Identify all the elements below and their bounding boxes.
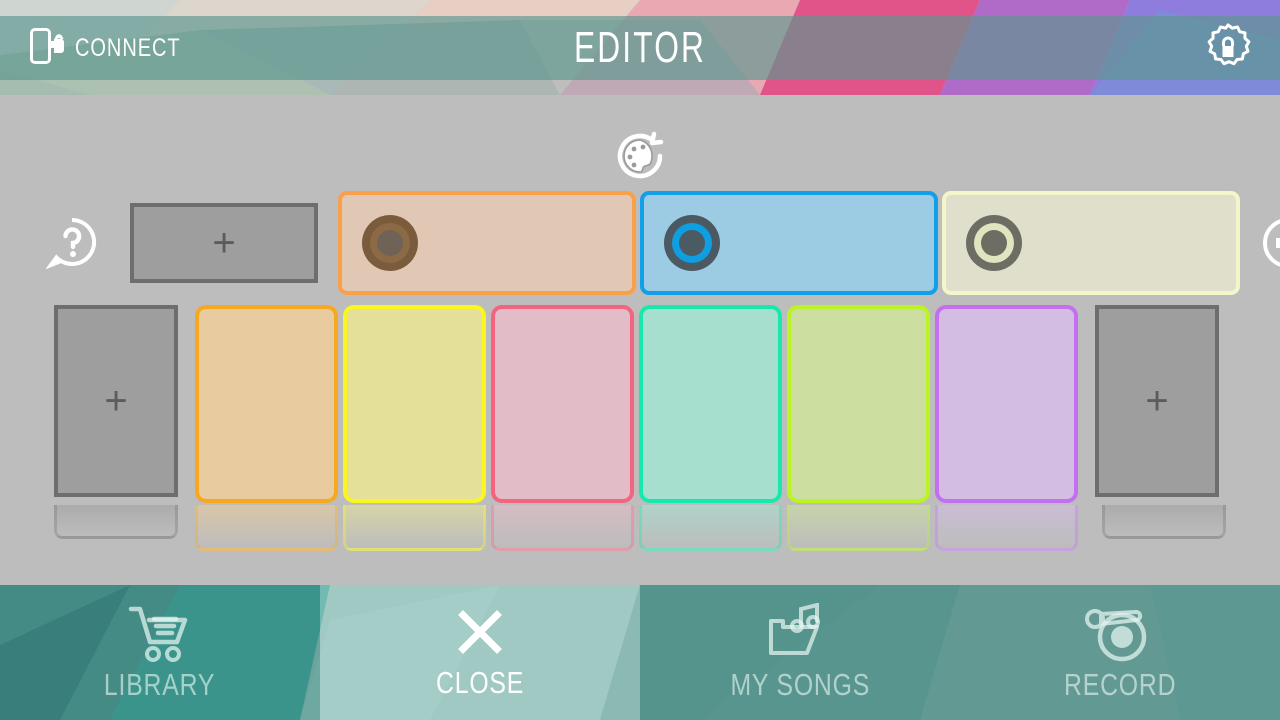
question-bubble-icon	[45, 217, 98, 273]
plus-icon: +	[104, 379, 128, 423]
record-button[interactable]: RECORD	[960, 585, 1280, 720]
settings-button[interactable]	[1202, 22, 1254, 74]
turntable-icon	[1077, 603, 1163, 665]
instrument-cards	[195, 305, 1078, 503]
connect-label: CONNECT	[75, 33, 181, 62]
page-title: EDITOR	[573, 23, 707, 72]
record-label: RECORD	[1063, 666, 1177, 702]
folder-music-icon	[761, 601, 839, 665]
help-button[interactable]	[45, 217, 98, 270]
add-card-left-button[interactable]: +	[54, 305, 178, 497]
phone-plug-icon	[30, 27, 64, 70]
library-label: LIBRARY	[104, 666, 216, 702]
library-button[interactable]: LIBRARY	[0, 585, 320, 720]
card-mint[interactable]	[639, 305, 782, 503]
card-pink[interactable]	[491, 305, 634, 503]
card-yellow[interactable]	[343, 305, 486, 503]
track-1[interactable]	[338, 191, 636, 295]
plus-icon: +	[212, 221, 236, 265]
editor-stage: + + +	[0, 80, 1280, 585]
track-2-knob[interactable]	[664, 215, 720, 271]
close-label: CLOSE	[435, 664, 525, 700]
card-reflections	[0, 505, 1280, 585]
track-row: +	[0, 189, 1280, 297]
palette-reset-icon	[608, 131, 672, 188]
close-x-icon	[449, 605, 511, 663]
my-songs-button[interactable]: MY SONGS	[640, 585, 960, 720]
plus-icon: +	[1145, 379, 1169, 423]
track-3[interactable]	[942, 191, 1240, 295]
gear-lock-icon	[1202, 23, 1254, 78]
shopping-cart-icon	[123, 603, 197, 665]
track-strip	[338, 191, 1240, 295]
randomize-colors-button[interactable]	[608, 128, 672, 184]
editor-screen: CONNECT EDITOR + + + LIBRARY CLOSE MY SO…	[0, 0, 1280, 720]
speaker-icon	[1262, 219, 1280, 273]
my-songs-label: MY SONGS	[730, 666, 870, 702]
instrument-card-row: + +	[0, 305, 1280, 503]
add-card-right-button[interactable]: +	[1095, 305, 1219, 497]
app-header: CONNECT EDITOR	[0, 16, 1280, 80]
close-button[interactable]: CLOSE	[320, 585, 640, 720]
track-3-knob[interactable]	[966, 215, 1022, 271]
card-lime[interactable]	[787, 305, 930, 503]
track-1-knob[interactable]	[362, 215, 418, 271]
add-track-button[interactable]: +	[130, 203, 318, 283]
volume-button[interactable]	[1262, 217, 1280, 269]
track-2[interactable]	[640, 191, 938, 295]
card-orange[interactable]	[195, 305, 338, 503]
bottom-toolbar: LIBRARY CLOSE MY SONGS RECORD	[0, 585, 1280, 720]
card-violet[interactable]	[935, 305, 1078, 503]
